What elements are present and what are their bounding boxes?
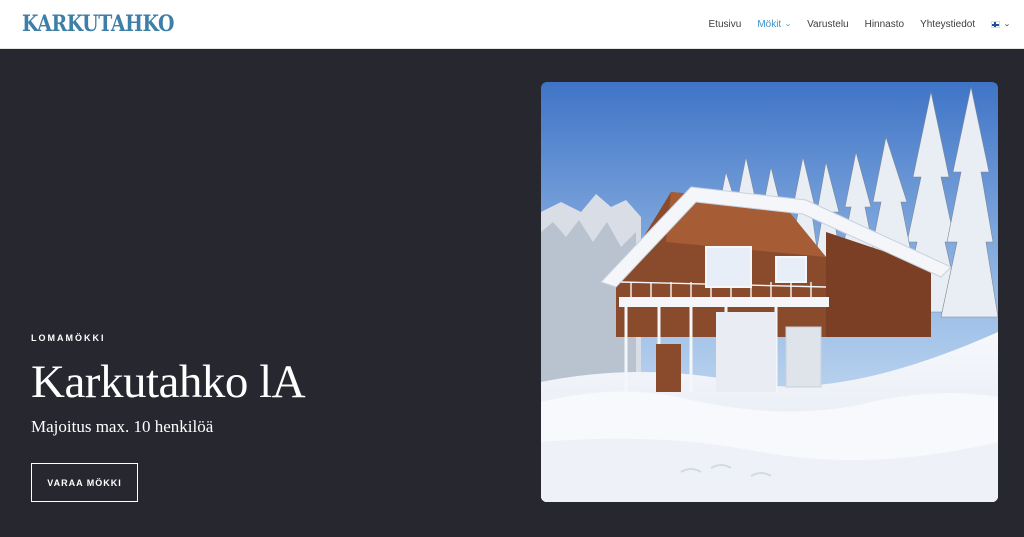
nav-label: Etusivu bbox=[708, 18, 742, 30]
chevron-down-icon: ⌄ bbox=[1003, 21, 1011, 28]
site-logo[interactable]: KARKUTAHKO bbox=[22, 11, 175, 37]
nav-item-mokit[interactable]: Mökit ⌄ bbox=[757, 18, 792, 30]
winter-cabin-photo bbox=[541, 82, 998, 502]
hero-text: LOMAMÖKKI Karkutahko lA Majoitus max. 10… bbox=[31, 333, 501, 437]
nav-label: Hinnasto bbox=[864, 18, 905, 30]
main-nav: Etusivu Mökit ⌄ Varustelu Hinnasto Yhtey… bbox=[709, 18, 1011, 30]
book-cabin-button[interactable]: VARAA MÖKKI bbox=[31, 463, 138, 502]
nav-item-yhteystiedot[interactable]: Yhteystiedot bbox=[920, 19, 975, 30]
nav-label: Mökit bbox=[757, 18, 782, 30]
nav-item-varustelu[interactable]: Varustelu bbox=[807, 19, 849, 30]
hero-eyebrow: LOMAMÖKKI bbox=[31, 333, 106, 343]
hero-subtitle: Majoitus max. 10 henkilöä bbox=[31, 416, 214, 436]
chevron-down-icon: ⌄ bbox=[784, 21, 792, 28]
hero-title: Karkutahko lA bbox=[31, 356, 306, 408]
nav-item-etusivu[interactable]: Etusivu bbox=[709, 19, 742, 30]
site-header: KARKUTAHKO Etusivu Mökit ⌄ Varustelu Hin… bbox=[0, 0, 1024, 49]
nav-item-hinnasto[interactable]: Hinnasto bbox=[865, 19, 904, 30]
language-switcher[interactable]: ⌄ bbox=[991, 20, 1011, 28]
nav-label: Varustelu bbox=[807, 18, 849, 30]
nav-label: Yhteystiedot bbox=[920, 18, 976, 30]
finnish-flag-icon bbox=[991, 20, 1001, 28]
